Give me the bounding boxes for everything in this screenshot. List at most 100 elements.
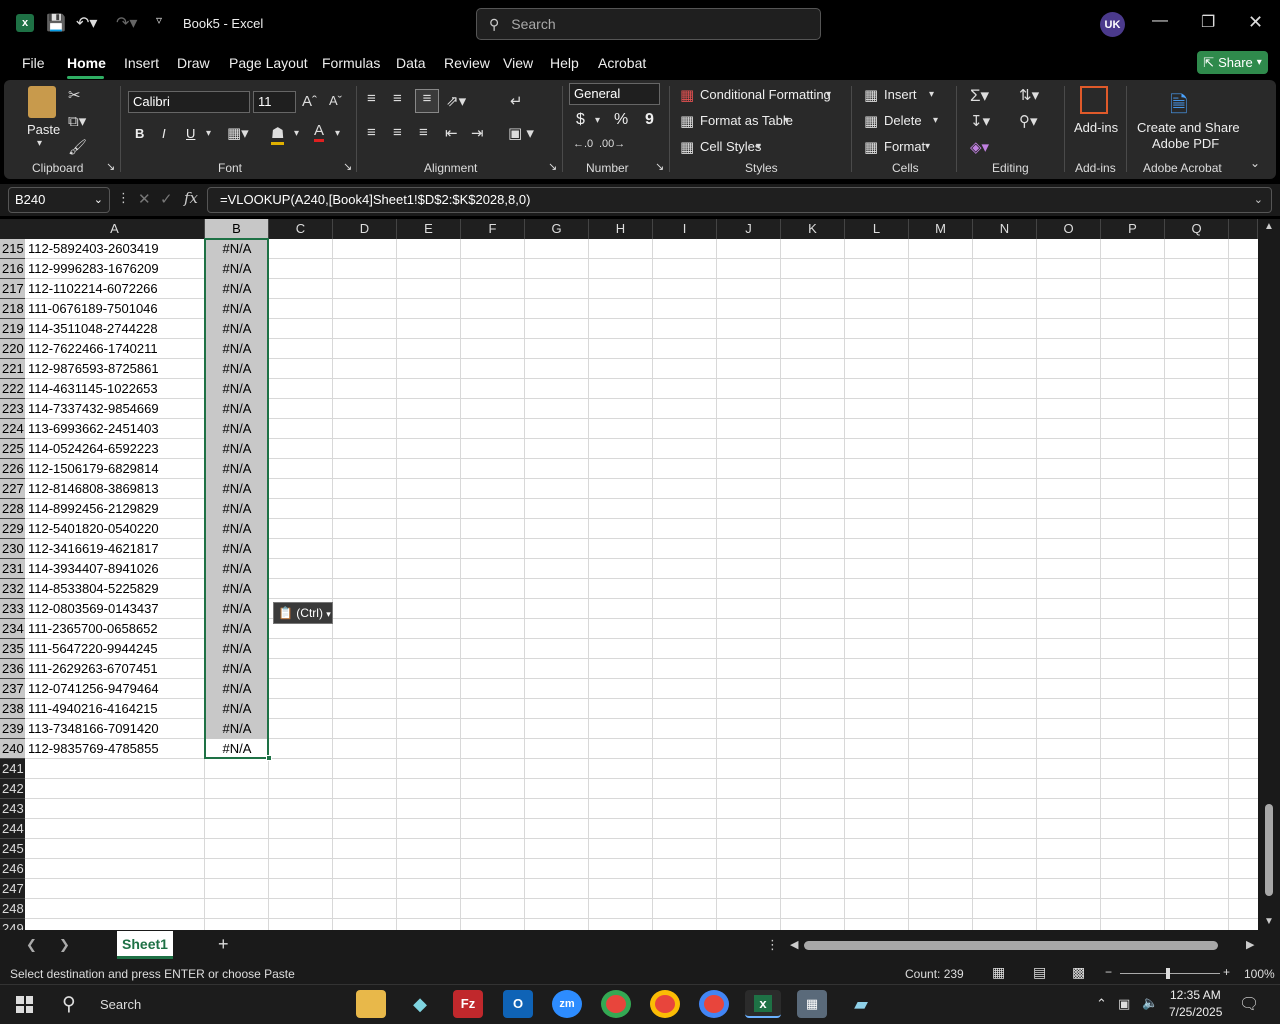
tab-data[interactable]: Data	[396, 55, 426, 71]
column-header-d[interactable]: D	[333, 219, 397, 239]
row-header[interactable]: 222	[0, 379, 25, 399]
formula-input[interactable]: =VLOOKUP(A240,[Book4]Sheet1!$D$2:$K$2028…	[207, 187, 1272, 213]
zoom-slider[interactable]	[1120, 973, 1220, 974]
calculator-icon[interactable]: ▦	[797, 990, 827, 1018]
dialog-launcher-icon[interactable]: ↘	[655, 160, 664, 173]
row-header[interactable]: 221	[0, 359, 25, 379]
page-layout-view-icon[interactable]: ▤	[1033, 964, 1046, 981]
column-header-m[interactable]: M	[909, 219, 973, 239]
undo-icon[interactable]: ↶▾	[76, 13, 97, 33]
search-box[interactable]: ⚲ Search	[476, 8, 821, 40]
cell-b[interactable]	[205, 799, 269, 819]
row-header[interactable]: 220	[0, 339, 25, 359]
cell-a[interactable]: 112-9835769-4785855	[28, 739, 204, 759]
column-header-c[interactable]: C	[269, 219, 333, 239]
avatar[interactable]: UK	[1100, 12, 1125, 37]
add-ins-button[interactable]: Add-ins	[1074, 120, 1118, 135]
row-header[interactable]: 243	[0, 799, 25, 819]
underline-button[interactable]: U	[186, 126, 195, 141]
paste-options-button[interactable]: 📋 (Ctrl) ▾	[273, 602, 333, 624]
row-header[interactable]: 232	[0, 579, 25, 599]
bold-button[interactable]: B	[135, 126, 144, 141]
cell-a[interactable]: 112-7622466-1740211	[28, 339, 204, 359]
cell-a[interactable]: 112-8146808-3869813	[28, 479, 204, 499]
row-header[interactable]: 241	[0, 759, 25, 779]
cell-a[interactable]	[28, 759, 204, 779]
more-icon[interactable]: ⋮	[766, 937, 779, 953]
tab-page-layout[interactable]: Page Layout	[229, 55, 308, 71]
column-header-a[interactable]: A	[25, 219, 205, 239]
align-top-icon[interactable]: ≡	[367, 90, 376, 107]
wrap-text-icon[interactable]: ↵	[510, 92, 523, 110]
tab-draw[interactable]: Draw	[177, 55, 210, 71]
increase-font-icon[interactable]: Aˆ	[302, 93, 317, 110]
cell-a[interactable]: 112-0803569-0143437	[28, 599, 204, 619]
windows-start-icon[interactable]	[16, 996, 33, 1013]
column-header-q[interactable]: Q	[1165, 219, 1229, 239]
paste-label[interactable]: Paste	[27, 122, 60, 137]
row-header[interactable]: 224	[0, 419, 25, 439]
row-header[interactable]: 240	[0, 739, 25, 759]
worksheet-grid[interactable]: ABCDEFGHIJKLMNOPQ 215 112-5892403-2603419…	[0, 219, 1258, 930]
notifications-icon[interactable]: 🗨	[1239, 994, 1259, 1014]
row-header[interactable]: 244	[0, 819, 25, 839]
cell-a[interactable]: 112-5892403-2603419	[28, 239, 204, 259]
minimize-icon[interactable]: —	[1152, 12, 1168, 30]
column-header-f[interactable]: F	[461, 219, 525, 239]
row-header[interactable]: 249	[0, 919, 25, 930]
tab-help[interactable]: Help	[550, 55, 579, 71]
orientation-icon[interactable]: ⇗▾	[446, 92, 466, 110]
column-header-l[interactable]: L	[845, 219, 909, 239]
expand-formula-icon[interactable]: ⌄	[1254, 188, 1263, 212]
row-header[interactable]: 227	[0, 479, 25, 499]
cell-a[interactable]: 114-0524264-6592223	[28, 439, 204, 459]
dialog-launcher-icon[interactable]: ↘	[548, 160, 557, 173]
dialog-launcher-icon[interactable]: ↘	[343, 160, 352, 173]
close-icon[interactable]: ✕	[1248, 12, 1263, 33]
dialog-launcher-icon[interactable]: ↘	[106, 160, 115, 173]
column-header-j[interactable]: J	[717, 219, 781, 239]
cell-a[interactable]	[28, 839, 204, 859]
row-header[interactable]: 230	[0, 539, 25, 559]
zoom-app-icon[interactable]: zm	[552, 990, 582, 1018]
tab-home[interactable]: Home	[67, 55, 106, 71]
cell-a[interactable]: 112-9876593-8725861	[28, 359, 204, 379]
cell-a[interactable]: 114-7337432-9854669	[28, 399, 204, 419]
conditional-formatting-button[interactable]: Conditional Formatting	[700, 87, 831, 102]
scroll-down-icon[interactable]: ▼	[1264, 916, 1274, 927]
merge-center-icon[interactable]: ▣ ▾	[508, 124, 534, 142]
normal-view-icon[interactable]: ▦	[992, 964, 1005, 981]
name-box[interactable]: B240 ⌄	[8, 187, 110, 213]
insert-function-icon[interactable]: fx	[184, 189, 198, 207]
copy-icon[interactable]: ⧉▾	[68, 112, 86, 130]
autosum-icon[interactable]: Σ▾	[970, 86, 989, 106]
delete-cells-button[interactable]: Delete	[884, 113, 922, 128]
cell-b[interactable]	[205, 899, 269, 919]
network-icon[interactable]: ▣	[1118, 996, 1130, 1012]
sheet-tab-sheet1[interactable]: Sheet1	[117, 931, 173, 959]
font-size-dropdown[interactable]: 11	[253, 91, 296, 113]
insert-cells-icon[interactable]: ▦	[864, 86, 878, 104]
column-header-p[interactable]: P	[1101, 219, 1165, 239]
clock-date[interactable]: 7/25/2025	[1169, 1005, 1222, 1019]
cell-a[interactable]: 112-3416619-4621817	[28, 539, 204, 559]
increase-decimal-icon[interactable]: ←.0	[573, 138, 593, 150]
format-table-icon[interactable]: ▦	[680, 112, 694, 130]
insert-cells-button[interactable]: Insert	[884, 87, 917, 102]
cell-a[interactable]	[28, 919, 204, 930]
cell-a[interactable]: 111-5647220-9944245	[28, 639, 204, 659]
row-header[interactable]: 216	[0, 259, 25, 279]
add-ins-icon[interactable]	[1080, 86, 1108, 114]
maximize-icon[interactable]: ❐	[1201, 12, 1215, 32]
row-header[interactable]: 235	[0, 639, 25, 659]
up-arrow-icon[interactable]: ⌃	[1096, 996, 1107, 1012]
cell-a[interactable]	[28, 799, 204, 819]
cell-b[interactable]	[205, 879, 269, 899]
cell-a[interactable]: 113-7348166-7091420	[28, 719, 204, 739]
row-header[interactable]: 229	[0, 519, 25, 539]
row-header[interactable]: 228	[0, 499, 25, 519]
cell-a[interactable]: 114-8533804-5225829	[28, 579, 204, 599]
excel-taskbar-icon[interactable]: x	[745, 990, 781, 1018]
align-bottom-icon[interactable]: ≡	[415, 89, 439, 113]
tab-file[interactable]: File	[22, 55, 45, 71]
